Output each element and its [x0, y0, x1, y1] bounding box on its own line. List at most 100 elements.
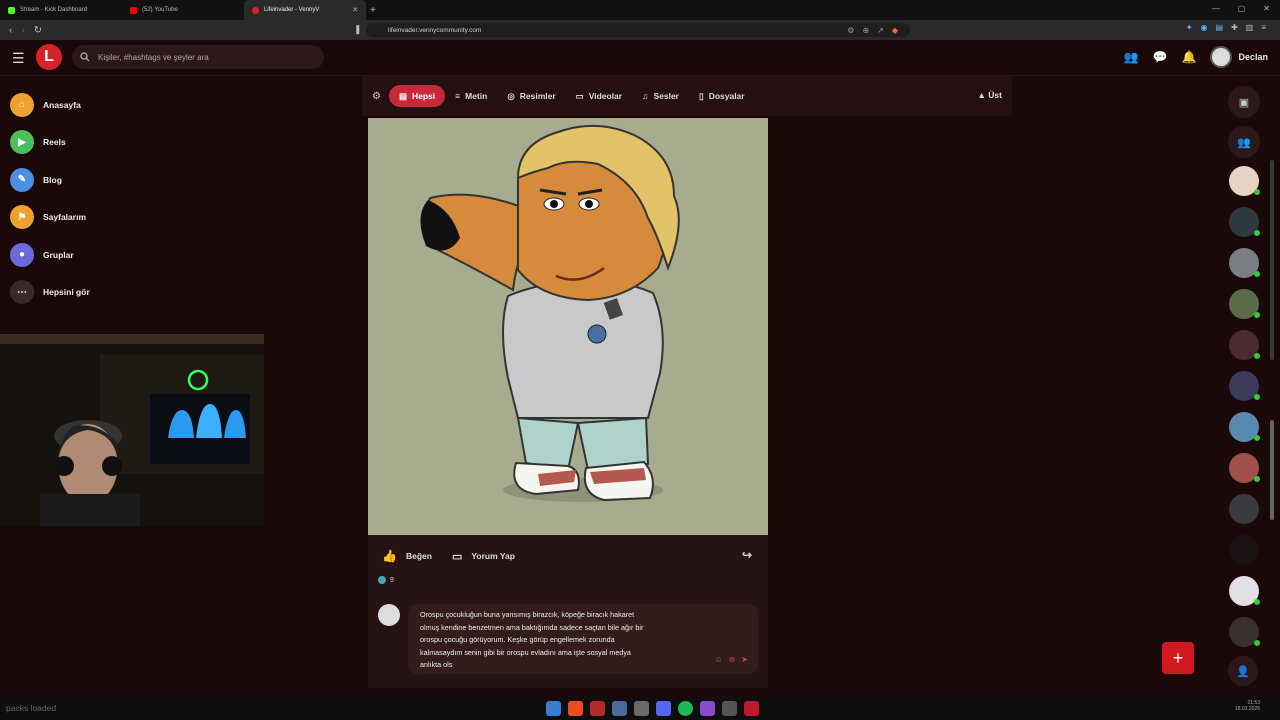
contact-avatar[interactable] — [1229, 330, 1260, 360]
tab-lifeinvader[interactable]: Lifeinvader - VennyV ✕ — [244, 0, 366, 20]
filter-resimler[interactable]: ◎ Resimler — [497, 85, 565, 107]
system-clock[interactable]: 21:53 18.03.2026 — [1235, 700, 1260, 712]
caret-up-icon: ▲ — [977, 90, 989, 100]
blog-icon: ✎ — [10, 167, 34, 192]
file-icon: ▯ — [699, 90, 704, 101]
create-post-button[interactable]: + — [1162, 642, 1194, 674]
sidebar-item-reels[interactable]: ▶ Reels — [10, 124, 170, 162]
post-image[interactable] — [368, 118, 768, 535]
contact-avatar[interactable] — [1229, 289, 1260, 319]
site-settings-icon[interactable]: ⚙ — [847, 26, 854, 35]
bell-icon[interactable]: 🔔 — [1182, 50, 1197, 64]
contact-avatar[interactable] — [1229, 412, 1260, 442]
reload-icon[interactable]: ↻ — [34, 25, 42, 36]
comment-button[interactable]: ▭ Yorum Yap — [452, 550, 515, 563]
forward-icon[interactable]: › — [21, 25, 24, 36]
url-field[interactable]: lifeinvader.vennycommunity.com ⚙ ⊕ ↗ ◆ — [366, 23, 910, 37]
filter-metin[interactable]: ≡ Metin — [445, 85, 497, 107]
left-sidebar: ⌂ Anasayfa ▶ Reels ✎ Blog ⚑ Sayfalarım ● Grup… — [10, 86, 170, 311]
sidebar-toggle-icon[interactable]: ▥ — [1246, 23, 1254, 32]
maximize-button[interactable]: ▢ — [1238, 4, 1246, 13]
music-icon: ♫ — [642, 91, 649, 101]
extension-icon[interactable]: ▤ — [1216, 23, 1224, 32]
search-input[interactable] — [98, 52, 308, 62]
settings-icon[interactable] — [722, 701, 737, 716]
contact-avatar[interactable] — [1229, 576, 1260, 606]
close-window-button[interactable]: ✕ — [1263, 4, 1270, 13]
share-page-icon[interactable]: ↗ — [877, 26, 884, 35]
header-actions: 👥 💬 🔔 Declan — [1124, 46, 1268, 68]
group-add-icon[interactable]: 👥 — [1228, 126, 1260, 158]
contact-avatar[interactable] — [1229, 166, 1260, 196]
like-button[interactable]: 👍 Beğen — [382, 549, 432, 563]
sidebar-item-gruplar[interactable]: ● Gruplar — [10, 236, 170, 274]
more-icon: ⋯ — [10, 280, 34, 305]
app-icon[interactable] — [634, 701, 649, 716]
app-icon[interactable] — [744, 701, 759, 716]
online-indicator — [1254, 640, 1260, 646]
text-icon: ≡ — [455, 91, 461, 101]
zoom-icon[interactable]: ⊕ — [862, 26, 869, 35]
groups-icon: ● — [10, 242, 34, 267]
contact-avatar[interactable] — [1229, 248, 1260, 278]
contact-avatar[interactable] — [1229, 617, 1260, 647]
close-tab-icon[interactable]: ✕ — [352, 6, 358, 14]
new-tab-button[interactable]: + — [370, 5, 376, 16]
emoji-icon[interactable]: ☺ — [714, 654, 722, 667]
send-icon[interactable]: ➤ — [741, 654, 748, 667]
contact-avatar[interactable] — [1229, 494, 1259, 524]
messages-icon[interactable]: 💬 — [1153, 50, 1168, 64]
minimize-button[interactable]: — — [1212, 4, 1220, 13]
filter-dosyalar[interactable]: ▯ Dosyalar — [689, 85, 755, 107]
filter-sesler[interactable]: ♫ Sesler — [632, 85, 689, 107]
share-icon[interactable]: ↪ — [742, 548, 752, 562]
extension-icon[interactable]: ✦ — [1186, 23, 1193, 32]
contact-avatar[interactable] — [1229, 371, 1260, 401]
flag-icon: ⚑ — [10, 205, 34, 230]
attach-icon[interactable]: ⊛ — [729, 654, 736, 667]
filter-hepsi[interactable]: ▤ Hepsi — [388, 85, 446, 107]
scrollbar-thumb[interactable] — [1270, 420, 1274, 520]
menu-dots-icon[interactable]: ≡ — [1261, 23, 1266, 32]
plus-icon: + — [1172, 647, 1184, 668]
chat-icon[interactable]: ▣ — [1228, 86, 1260, 118]
contact-avatar[interactable] — [1229, 207, 1260, 237]
add-friend-icon[interactable]: 👤 — [1228, 656, 1258, 686]
spotify-icon[interactable] — [678, 701, 693, 716]
like-reaction-icon — [378, 576, 386, 584]
app-icon[interactable] — [590, 701, 605, 716]
contact-avatar[interactable] — [1229, 453, 1260, 483]
comment-input[interactable]: Orospu çocukluğun buna yansımış birazcık… — [408, 604, 758, 674]
extension-icon[interactable]: ◉ — [1201, 23, 1208, 32]
puzzle-icon[interactable]: ✚ — [1231, 23, 1238, 32]
app-icon[interactable] — [700, 701, 715, 716]
tab-kick[interactable]: Stream - Kick Dashboard — [0, 0, 122, 20]
app-icon[interactable] — [612, 701, 627, 716]
online-indicator — [1254, 230, 1260, 236]
sidebar-item-hepsini-gor[interactable]: ⋯ Hepsini gör — [10, 274, 170, 312]
sidebar-item-anasayfa[interactable]: ⌂ Anasayfa — [10, 86, 170, 124]
video-icon: ▭ — [575, 90, 584, 101]
user-menu[interactable]: Declan — [1210, 46, 1268, 68]
post-card: 👍 Beğen ▭ Yorum Yap ↪ 9 Orospu çocukluğun … — [368, 118, 768, 688]
windows-icon[interactable] — [546, 701, 561, 716]
filter-videolar[interactable]: ▭ Videolar — [566, 85, 632, 107]
filter-settings-icon[interactable]: ⚙ — [372, 91, 381, 102]
sidebar-item-blog[interactable]: ✎ Blog — [10, 161, 170, 199]
comment-tools: ☺ ⊛ ➤ — [714, 654, 748, 667]
lifeinvader-logo[interactable]: L — [36, 44, 62, 70]
contact-avatar[interactable] — [1229, 535, 1259, 565]
brave-shield-icon[interactable]: ◆ — [892, 26, 898, 35]
back-icon[interactable]: ‹ — [9, 25, 12, 36]
search-bar[interactable] — [72, 45, 324, 69]
scroll-top-button[interactable]: ▲ Üst — [978, 90, 1002, 100]
sidebar-item-sayfalarim[interactable]: ⚑ Sayfalarım — [10, 199, 170, 237]
scrollbar-track[interactable] — [1270, 160, 1274, 360]
brave-icon[interactable] — [568, 701, 583, 716]
hamburger-menu-icon[interactable]: ☰ — [12, 50, 25, 67]
tab-youtube[interactable]: (52) YouTube — [122, 0, 244, 20]
bookmark-icon[interactable]: ❚ — [354, 24, 362, 35]
discord-icon[interactable] — [656, 701, 671, 716]
friends-icon[interactable]: 👥 — [1124, 50, 1139, 64]
window-controls: — ▢ ✕ — [1212, 4, 1270, 13]
